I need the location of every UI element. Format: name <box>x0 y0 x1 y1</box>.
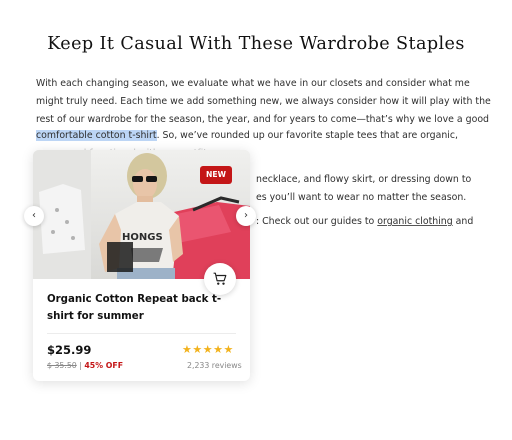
carousel-prev-button[interactable]: ‹ <box>24 206 44 226</box>
star-rating: ★★★★★ <box>182 343 234 356</box>
review-count[interactable]: 2,233 reviews <box>187 361 242 370</box>
organic-clothing-link[interactable]: organic clothing <box>377 216 452 227</box>
new-badge: NEW <box>200 166 232 184</box>
divider <box>47 333 236 334</box>
paragraph-text: . So, we’ve rounded up our favorite stap… <box>156 130 459 141</box>
original-price: $ 35.50 <box>47 361 77 370</box>
price-details: $ 35.50 | 45% OFF <box>47 361 123 370</box>
paragraph-line: comfortable cotton t-shirt. So, we’ve ro… <box>36 127 458 146</box>
paragraph-line: : Check out our guides to organic clothi… <box>256 213 473 232</box>
chevron-left-icon: ‹ <box>32 210 36 221</box>
article-title: Keep It Casual With These Wardrobe Stapl… <box>47 34 465 54</box>
paragraph-line: necklace, and flowy skirt, or dressing d… <box>256 174 472 185</box>
product-name[interactable]: Organic Cotton Repeat back t-shirt for s… <box>47 291 222 325</box>
discount-label: 45% OFF <box>84 361 124 370</box>
chevron-right-icon: › <box>244 210 248 221</box>
paragraph-line: might truly need. Each time we add somet… <box>36 96 491 107</box>
paragraph-text: : Check out our guides to <box>256 216 378 227</box>
carousel-next-button[interactable]: › <box>236 206 256 226</box>
cart-icon <box>213 272 227 285</box>
paragraph-line: es you’ll want to wear no matter the sea… <box>256 192 467 203</box>
highlighted-text[interactable]: comfortable cotton t-shirt <box>36 130 157 141</box>
paragraph-line: With each changing season, we evaluate w… <box>36 78 470 89</box>
shirt-print: HONGS <box>122 232 163 243</box>
product-price: $25.99 <box>47 343 92 357</box>
paragraph-text: and <box>452 216 474 227</box>
product-card[interactable]: HONGS NEW Organic Cotton Repeat back t-s… <box>33 150 250 381</box>
